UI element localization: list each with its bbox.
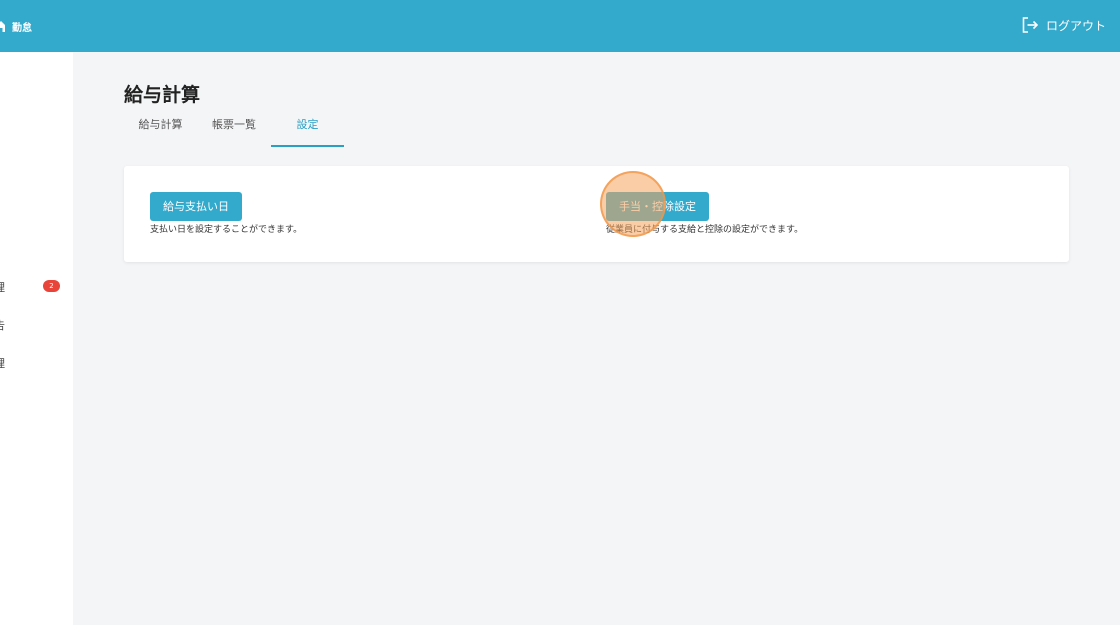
sidebar-item[interactable]: 告 — [0, 317, 67, 331]
payday-setting: 給与支払い日 支払い日を設定することができます。 — [150, 192, 302, 235]
payday-description: 支払い日を設定することができます。 — [150, 225, 303, 235]
settings-card: 給与支払い日 支払い日を設定することができます。 手当・控除設定 従業員に付与す… — [124, 166, 1069, 262]
notification-badge: 2 — [43, 280, 60, 292]
allowance-deduction-description: 従業員に付与する支給と控除の設定ができます。 — [606, 225, 804, 235]
home-icon — [0, 21, 5, 32]
top-bar: 勤怠 ログアウト — [0, 0, 1120, 52]
sidebar-item[interactable]: 理 — [0, 355, 67, 369]
brand[interactable]: 勤怠 — [0, 18, 32, 34]
brand-label: 勤怠 — [12, 22, 32, 34]
logout-button[interactable]: ログアウト — [1021, 15, 1106, 35]
allowance-deduction-button[interactable]: 手当・控除設定 — [606, 192, 709, 221]
allowance-deduction-setting: 手当・控除設定 従業員に付与する支給と控除の設定ができます。 — [606, 192, 803, 235]
tab-reports[interactable]: 帳票一覧 — [197, 112, 271, 147]
sidebar: 理 告 理 — [0, 52, 73, 625]
tab-settings[interactable]: 設定 — [271, 112, 344, 147]
page-title: 給与計算 — [124, 84, 201, 106]
logout-label: ログアウト — [1045, 18, 1106, 33]
tab-bar: 給与計算 帳票一覧 設定 — [124, 112, 344, 147]
logout-icon — [1022, 17, 1039, 33]
payday-button[interactable]: 給与支払い日 — [150, 192, 242, 221]
tab-payroll[interactable]: 給与計算 — [124, 112, 197, 147]
